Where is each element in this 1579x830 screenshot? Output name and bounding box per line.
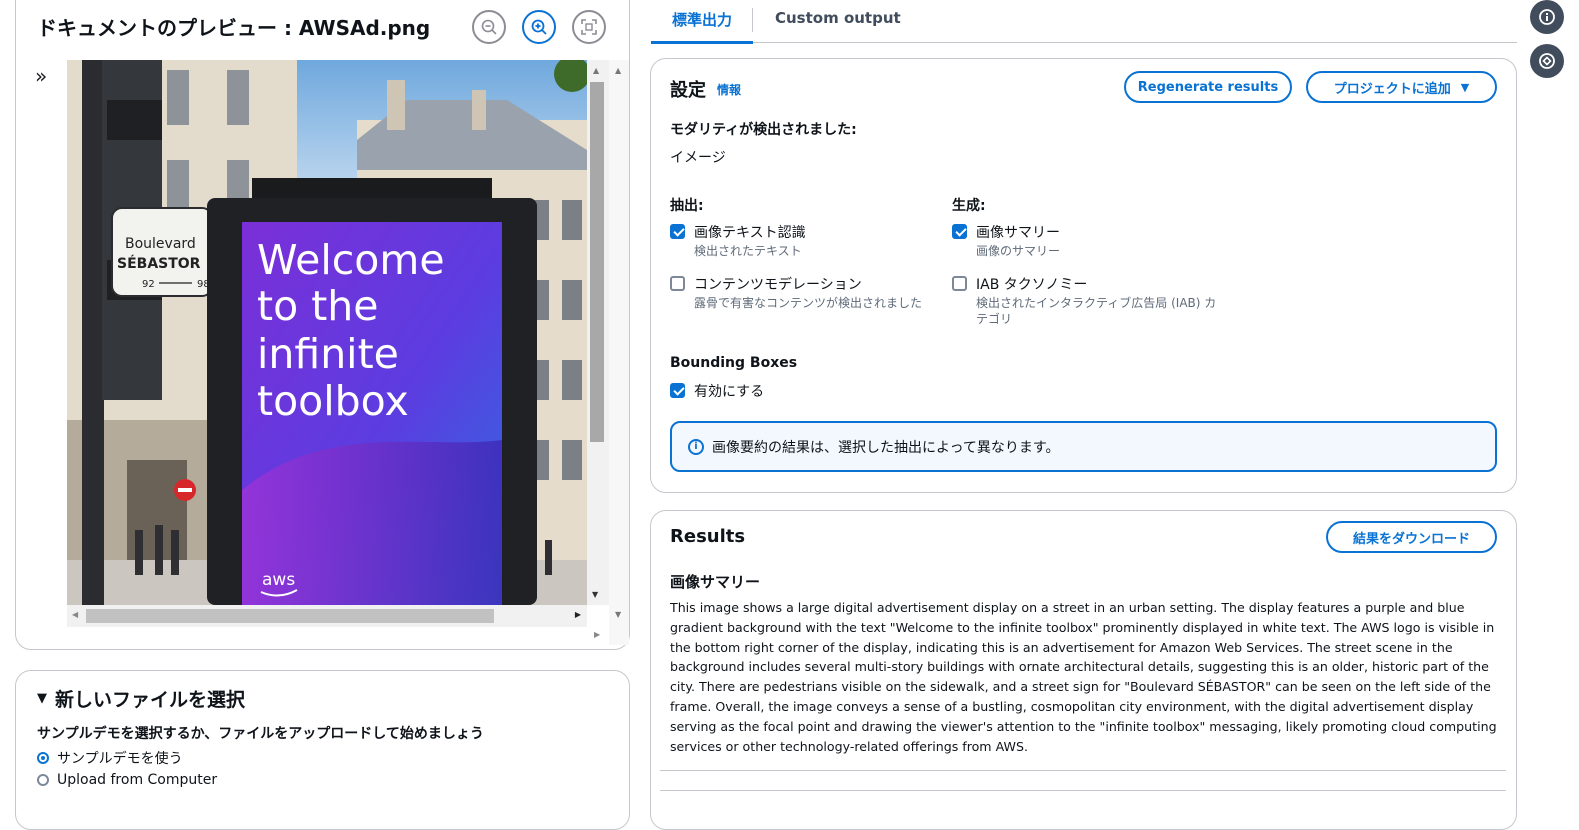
sign-line1: Boulevard — [125, 236, 196, 252]
sign-line2: SÉBASTOR — [117, 255, 201, 272]
add-to-project-button[interactable]: プロジェクトに追加 ▼ — [1306, 71, 1497, 103]
divider — [660, 770, 1506, 771]
summary-text: This image shows a large digital adverti… — [670, 600, 1497, 754]
panel-vertical-scrollbar[interactable]: ▲ ▼ — [609, 60, 629, 645]
checkbox-content-moderation[interactable] — [670, 276, 685, 291]
new-file-description: サンプルデモを選択するか、ファイルをアップロードして始めましょう — [37, 726, 484, 742]
divider — [660, 790, 1506, 791]
scrollbar-thumb[interactable] — [86, 609, 494, 623]
preview-title: ドキュメントのプレビュー : AWSAd.png — [37, 16, 431, 40]
preview-vertical-scrollbar[interactable]: ▲ ▼ — [587, 60, 609, 605]
regenerate-results-button[interactable]: Regenerate results — [1124, 71, 1292, 103]
radio-upload-from-computer[interactable]: Upload from Computer — [37, 772, 217, 788]
scroll-right-icon[interactable]: ▶ — [594, 630, 600, 639]
extraction-heading: 抽出: — [670, 198, 704, 214]
sign-number-left: 92 — [142, 279, 155, 290]
ad-photo: Boulevard SÉBASTOR 92 98 Welcome to the … — [67, 60, 587, 605]
info-icon-glyph — [1539, 9, 1555, 25]
feedback-icon-glyph — [1539, 53, 1555, 69]
caret-down-icon[interactable]: ▼ — [37, 691, 47, 706]
feedback-icon[interactable] — [1530, 44, 1564, 78]
generation-heading: 生成: — [952, 198, 986, 214]
ad-line4: toolbox — [257, 377, 409, 425]
checkbox-label: 画像テキスト認識 — [694, 225, 806, 241]
tab-custom-output[interactable]: Custom output — [775, 9, 901, 41]
ad-line1: Welcome — [257, 236, 445, 284]
checkbox-description: テゴリ — [976, 312, 1013, 326]
ad-line3: infinite — [257, 330, 399, 378]
scroll-up-icon[interactable]: ▲ — [593, 66, 599, 75]
tab-standard-output[interactable]: 標準出力 — [651, 9, 753, 44]
radio-button[interactable] — [37, 752, 49, 764]
caret-down-icon: ▼ — [1460, 80, 1470, 94]
fit-to-screen-button[interactable] — [572, 10, 606, 44]
scroll-left-icon[interactable]: ◀ — [72, 610, 78, 619]
checkbox-image-summary[interactable] — [952, 224, 967, 239]
zoom-out-icon — [481, 19, 497, 35]
new-file-header[interactable]: ▼ 新しいファイルを選択 — [37, 685, 245, 712]
checkbox-enable-bounding-boxes[interactable] — [670, 383, 685, 398]
modality-value: イメージ — [670, 150, 726, 166]
checkbox-label: 有効にする — [694, 384, 765, 400]
zoom-out-button[interactable] — [472, 10, 506, 44]
checkbox-image-text-recognition[interactable] — [670, 224, 685, 239]
download-results-button[interactable]: 結果をダウンロード — [1326, 521, 1497, 553]
add-to-project-label: プロジェクトに追加 — [1333, 81, 1451, 97]
info-alert: i 画像要約の結果は、選択した抽出によって異なります。 — [670, 421, 1497, 472]
zoom-in-button[interactable] — [522, 10, 556, 44]
radio-label: Upload from Computer — [57, 772, 218, 788]
scroll-down-icon[interactable]: ▼ — [615, 610, 621, 619]
results-title: Results — [670, 526, 746, 547]
checkbox-label: コンテンツモデレーション — [694, 277, 862, 293]
tab-divider — [752, 8, 753, 32]
preview-horizontal-scrollbar[interactable]: ◀ ▶ — [67, 605, 587, 627]
checkbox-description: 画像のサマリー — [976, 244, 1061, 258]
scroll-down-icon[interactable]: ▼ — [592, 590, 598, 599]
radio-sample-demo[interactable]: サンプルデモを使う — [37, 748, 183, 768]
checkbox-description: 露骨で有害なコンテンツが検出されました — [694, 296, 923, 310]
radio-button[interactable] — [37, 774, 49, 786]
ad-line2: to the — [257, 282, 378, 330]
scroll-up-icon[interactable]: ▲ — [615, 66, 621, 75]
bounding-boxes-heading: Bounding Boxes — [670, 355, 798, 371]
fit-to-screen-icon — [581, 19, 597, 35]
output-tabs: 標準出力 Custom output — [651, 0, 1517, 44]
info-icon[interactable] — [1530, 0, 1564, 34]
document-image: Boulevard SÉBASTOR 92 98 Welcome to the … — [67, 60, 587, 605]
alert-text: 画像要約の結果は、選択した抽出によって異なります。 — [712, 439, 1060, 456]
summary-heading: 画像サマリー — [670, 573, 761, 591]
checkbox-label: 画像サマリー — [976, 225, 1060, 241]
modality-heading: モダリティが検出されました: — [670, 122, 857, 138]
double-chevron-right-icon[interactable]: » — [35, 64, 47, 88]
scrollbar-thumb[interactable] — [590, 82, 604, 442]
checkbox-iab-taxonomy[interactable] — [952, 276, 967, 291]
checkbox-description: 検出されたテキスト — [694, 244, 802, 258]
info-link[interactable]: 情報 — [717, 81, 741, 98]
checkbox-label: IAB タクソノミー — [976, 277, 1088, 293]
new-file-title: 新しいファイルを選択 — [55, 689, 246, 711]
info-icon: i — [688, 438, 704, 455]
radio-label: サンプルデモを使う — [57, 751, 183, 767]
zoom-in-icon — [531, 19, 547, 35]
checkbox-description: 検出されたインタラクティブ広告局 (IAB) カ — [976, 296, 1217, 310]
aws-logo: aws — [262, 570, 295, 590]
scroll-right-icon[interactable]: ▶ — [575, 610, 581, 619]
settings-title: 設定 — [670, 80, 706, 101]
